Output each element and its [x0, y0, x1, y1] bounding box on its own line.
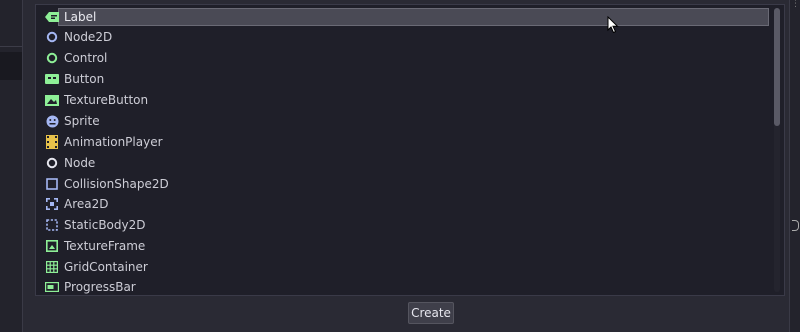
control-icon	[44, 50, 60, 66]
mouse-cursor-icon	[607, 15, 619, 37]
collapse-icon[interactable]	[792, 220, 799, 231]
list-item-area2d[interactable]: Area2D	[36, 194, 774, 214]
sprite-icon	[44, 113, 60, 129]
list-item-node2d[interactable]: Node2D	[36, 27, 774, 47]
list-item-text: Button	[64, 72, 105, 86]
list-item-text: AnimationPlayer	[64, 135, 163, 149]
list-item-texture-button[interactable]: TextureButton	[36, 90, 774, 110]
list-item-control[interactable]: Control	[36, 48, 774, 68]
list-item-text: Node2D	[64, 30, 113, 44]
grid-container-icon	[44, 259, 60, 275]
create-button[interactable]: Create	[408, 302, 454, 324]
list-item-text: CollisionShape2D	[64, 177, 169, 191]
list-item-button[interactable]: Button	[36, 69, 774, 89]
list-item-progress-bar[interactable]: ProgressBar	[36, 277, 774, 295]
texture-frame-icon	[44, 238, 60, 254]
list-item-text: TextureButton	[64, 93, 149, 107]
node-type-list[interactable]: Label Node2D Control Button TextureButto	[35, 4, 785, 296]
texture-button-icon	[44, 92, 60, 108]
list-item-text: TextureFrame	[64, 239, 146, 253]
list-item-text: StaticBody2D	[64, 218, 146, 232]
scrollbar-thumb[interactable]	[774, 8, 780, 126]
list-item-text: Area2D	[64, 197, 109, 211]
list-item-grid-container[interactable]: GridContainer	[36, 257, 774, 277]
list-item-text: Label	[64, 10, 97, 24]
static-body-2d-icon	[44, 217, 60, 233]
editor-background-left	[0, 0, 22, 332]
node2d-icon	[44, 29, 60, 45]
editor-panel-strip	[0, 52, 22, 80]
label-icon	[44, 9, 60, 25]
list-item-text: Node	[64, 156, 96, 170]
node-icon	[44, 155, 60, 171]
button-icon	[44, 71, 60, 87]
list-item-animation-player[interactable]: AnimationPlayer	[36, 132, 774, 152]
list-item-node[interactable]: Node	[36, 153, 774, 173]
list-item-static-body-2d[interactable]: StaticBody2D	[36, 215, 774, 235]
list-item-text: GridContainer	[64, 260, 148, 274]
create-node-dialog: Label Node2D Control Button TextureButto	[22, 0, 790, 332]
drag-handle-icon[interactable]: ⋮⋮	[791, 0, 800, 9]
progress-bar-icon	[44, 279, 60, 295]
animation-player-icon	[44, 134, 60, 150]
list-item-text: ProgressBar	[64, 280, 136, 294]
collision-shape-2d-icon	[44, 176, 60, 192]
list-item-sprite[interactable]: Sprite	[36, 111, 774, 131]
selection-highlight	[58, 8, 769, 26]
list-item-text: Sprite	[64, 114, 100, 128]
divider	[0, 46, 22, 47]
list-item-texture-frame[interactable]: TextureFrame	[36, 236, 774, 256]
list-item-label[interactable]: Label	[36, 7, 774, 27]
list-item-collision-shape-2d[interactable]: CollisionShape2D	[36, 174, 774, 194]
list-item-text: Control	[64, 51, 108, 65]
area2d-icon	[44, 196, 60, 212]
vertical-scrollbar[interactable]	[774, 8, 780, 292]
